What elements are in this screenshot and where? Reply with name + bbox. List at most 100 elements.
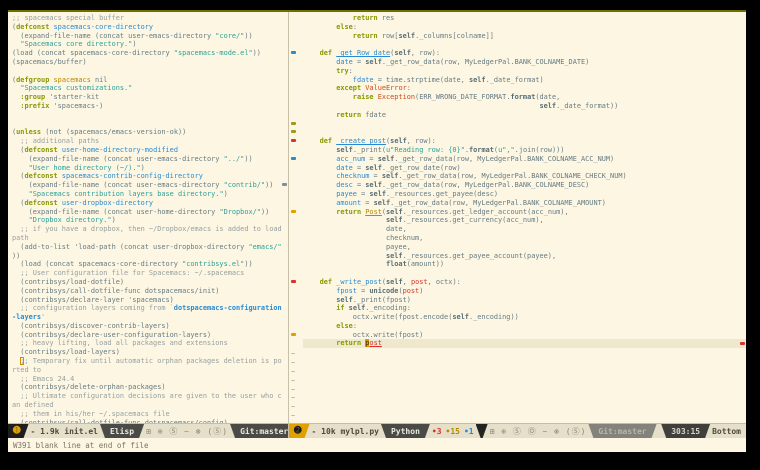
code-line-current: return post — [303, 339, 746, 348]
code-token — [303, 287, 336, 295]
code-token: unless — [16, 128, 41, 136]
code-line: "User home directory (~/).") — [12, 164, 288, 173]
code-token — [303, 102, 539, 110]
code-token: "emacs/" — [248, 243, 281, 251]
code-line: self._resources.get_payee_account(payee)… — [303, 252, 746, 261]
code-line: else: — [303, 322, 746, 331]
code-token: octx.write(fpost.encode( — [303, 313, 452, 321]
code-token: else — [336, 23, 353, 31]
code-line: raise Exception(ERR_WRONG_DATE_FORMAT.fo… — [303, 93, 746, 102]
code-line: (unless (not (spacemacs/emacs-version-ok… — [12, 128, 288, 137]
code-line: self._resources.get_currency(acc_num), — [303, 216, 746, 225]
code-line: (contribsys/call-dotfile-func dotspacema… — [12, 287, 288, 296]
code-token: ( — [12, 146, 24, 154]
code-token — [303, 58, 336, 66]
fringe-marker — [291, 157, 296, 160]
code-line: (defconst spacemacs-core-directory — [12, 23, 288, 32]
git-branch-badge[interactable]: Git:master — [588, 424, 656, 438]
code-line: (expand-file-name (concat user-emacs-dir… — [12, 181, 288, 190]
code-token: return — [336, 208, 361, 216]
right-code-area[interactable]: return res else: return row[self._column… — [299, 12, 746, 423]
code-line: (contribsys/declare-user-configuration-l… — [12, 331, 288, 340]
code-line: (expand-file-name (concat user-emacs-dir… — [12, 155, 288, 164]
code-line: if self._encoding: — [303, 304, 746, 313]
code-token: self — [386, 208, 403, 216]
code-token — [303, 260, 386, 268]
code-token: self — [382, 172, 399, 180]
code-token: "../" — [224, 155, 245, 163]
code-token: self — [386, 278, 403, 286]
code-token: ._get_row_data(row, MyLedgerPal.BANK_COL… — [390, 199, 606, 207]
code-line — [12, 120, 288, 129]
code-line: (contribsys/delete-orphan-packages) — [12, 383, 288, 392]
major-mode-badge[interactable]: Elisp — [100, 424, 144, 438]
minor-mode-icons[interactable]: ⊞ ⊕ Ⓢ ~ ⊛ (Ⓢ) — [141, 424, 233, 438]
code-token: _get_Row_date — [336, 49, 390, 57]
flycheck-counts[interactable]: •3 •15 •1 — [427, 424, 479, 438]
code-token: ;; spacemacs special buffer — [12, 14, 124, 22]
code-token: self — [374, 199, 391, 207]
major-mode-badge[interactable]: Python — [381, 424, 430, 438]
code-token: 'spacemacs-) — [49, 102, 103, 110]
code-line: payee, — [303, 243, 746, 252]
flycheck-warning-count: •15 — [446, 427, 460, 436]
buffer-info[interactable]: - 10k mylpl.py — [307, 424, 384, 438]
code-line: self._print(fpost) — [303, 296, 746, 305]
code-token: (ERR_WRONG_DATE_FORMAT. — [415, 93, 510, 101]
code-token: ._resources.get_ledger_account(acc_num), — [403, 208, 569, 216]
code-token: ;; User configuration file for Spacemacs… — [12, 269, 244, 277]
git-branch-badge[interactable]: Git:master — [230, 424, 288, 438]
code-token: 'starter-kit — [45, 93, 99, 101]
code-token: "Dropbox directory." — [29, 216, 112, 224]
code-line: ;; spacemacs special buffer — [12, 14, 288, 23]
code-token: try — [336, 67, 348, 75]
code-line — [303, 40, 746, 49]
empty-line-tilde: ~ — [291, 359, 295, 368]
code-token: self — [398, 32, 415, 40]
left-code-area[interactable]: ;; spacemacs special buffer(defconst spa… — [8, 12, 288, 423]
code-line: acc_num = self._get_row_data(row, MyLedg… — [303, 155, 746, 164]
code-line: def _create_post(self, row): — [303, 137, 746, 146]
code-token: spacemacs-contrib-config-directory — [62, 172, 203, 180]
code-line: (defconst spacemacs-contrib-config-direc… — [12, 172, 288, 181]
code-token: fpost — [336, 287, 357, 295]
code-token: defconst — [16, 23, 49, 31]
window-mylpl-py[interactable]: ~~~~~~~~~ return res else: return row[se… — [289, 12, 746, 438]
code-token: "contribsys.el" — [182, 260, 244, 268]
code-token — [303, 278, 320, 286]
code-token: payee, — [303, 243, 411, 251]
code-token: defconst — [24, 172, 57, 180]
echo-area[interactable]: W391 blank line at end of file — [8, 438, 746, 452]
code-token: Exception — [378, 93, 415, 101]
code-token: (contribsys/declare-user-configuration-l… — [12, 331, 211, 339]
code-line: (contribsys/call-dotfile-func dotspacema… — [12, 419, 288, 423]
code-token: : — [407, 84, 411, 92]
code-line — [303, 269, 746, 278]
code-line: (spacemacs/buffer) — [12, 58, 288, 67]
empty-line-tilde: ~ — [291, 394, 295, 403]
code-token: octx.write(fpost) — [303, 331, 423, 339]
code-token: = — [361, 199, 373, 207]
code-line: :group 'starter-kit — [12, 93, 288, 102]
code-token: ._date_format) — [486, 76, 544, 84]
code-line: else: — [303, 23, 746, 32]
code-token: (expand-file-name (concat user-emacs-dir… — [12, 32, 215, 40]
code-line: return res — [303, 14, 746, 23]
code-line: amount = self._get_row_data(row, MyLedge… — [303, 199, 746, 208]
buffer-info[interactable]: - 1.9k init.el — [26, 424, 103, 438]
code-line: -layers' — [12, 313, 288, 322]
code-line — [303, 128, 746, 137]
code-token: ' — [41, 313, 45, 321]
window-init-el[interactable]: ;; spacemacs special buffer(defconst spa… — [8, 12, 289, 438]
cursor-position-badge[interactable]: 303:15 — [661, 424, 710, 438]
code-token: self — [365, 164, 382, 172]
code-token: else — [336, 322, 353, 330]
fringe-marker — [291, 130, 296, 133]
code-token: self — [336, 296, 353, 304]
code-token — [12, 216, 29, 224]
code-token: :group — [20, 93, 45, 101]
code-token: : — [353, 322, 357, 330]
code-token: _create_post — [336, 137, 386, 145]
code-token: self — [349, 304, 366, 312]
minor-mode-icons[interactable]: ⊞ ⊕ Ⓢ Ⓞ ~ ⊛ (Ⓢ) — [485, 424, 592, 438]
